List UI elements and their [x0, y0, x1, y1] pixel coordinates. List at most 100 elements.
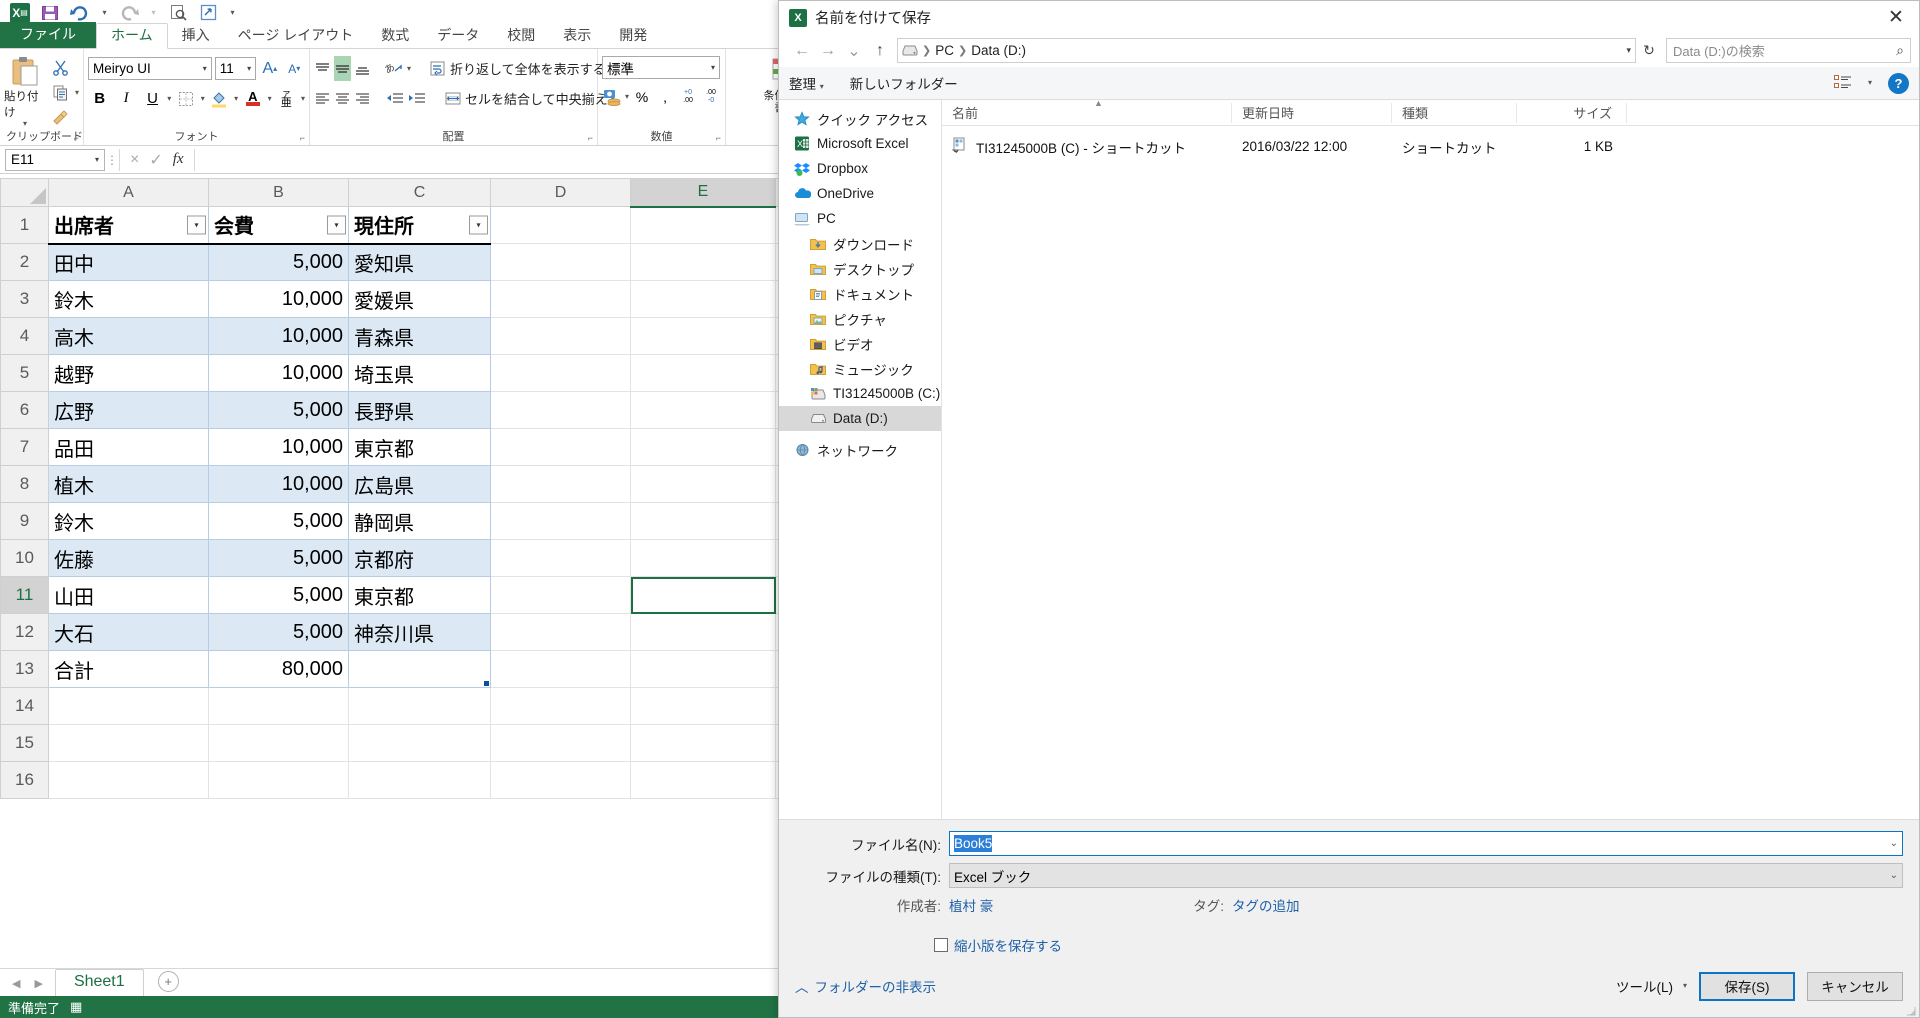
breadcrumb-pc[interactable]: PC	[935, 43, 954, 58]
search-icon[interactable]: ⌕	[1896, 42, 1904, 59]
cell-C11[interactable]: 東京都	[348, 576, 491, 614]
orientation-icon[interactable]: あ	[385, 56, 404, 81]
close-icon[interactable]: ✕	[1873, 1, 1919, 34]
view-dropdown-icon[interactable]: ▾	[1868, 79, 1872, 87]
font-name-caret-icon[interactable]: ▾	[203, 64, 207, 73]
cell-D12[interactable]	[490, 613, 631, 651]
cell-A1[interactable]: 出席者 ▾	[48, 206, 209, 245]
cell-C6[interactable]: 長野県	[348, 391, 491, 429]
row-header-5[interactable]: 5	[0, 354, 49, 392]
sidebar-item-music[interactable]: ミュージック	[779, 356, 941, 381]
sidebar-item-desktop[interactable]: デスクトップ	[779, 256, 941, 281]
cell-B14[interactable]	[208, 687, 349, 725]
font-color-icon[interactable]: A	[241, 86, 264, 111]
sheet-tab-sheet1[interactable]: Sheet1	[54, 969, 144, 996]
sidebar-item-data-d[interactable]: Data (D:)	[779, 406, 941, 431]
view-options-icon[interactable]	[1833, 74, 1852, 92]
cell-A2[interactable]: 田中	[48, 243, 209, 281]
cell-A15[interactable]	[48, 724, 209, 762]
phonetic-dropdown-icon[interactable]: ▾	[301, 94, 305, 103]
row-header-8[interactable]: 8	[0, 465, 49, 503]
decrease-decimal-icon[interactable]: .00 -0	[701, 84, 721, 109]
font-color-dropdown-icon[interactable]: ▾	[268, 94, 272, 103]
merge-center-button[interactable]: セルを結合して中央揃え ▾	[444, 89, 615, 108]
filter-button-A1[interactable]: ▾	[187, 215, 206, 235]
organize-dropdown-icon[interactable]: ▾	[820, 82, 824, 91]
cell-C1[interactable]: 現住所 ▾	[348, 206, 491, 245]
decrease-font-size-icon[interactable]: A ▾	[284, 56, 305, 81]
row-header-11[interactable]: 11	[0, 576, 49, 614]
customize-qat-icon[interactable]: ▾	[223, 1, 242, 25]
cell-D9[interactable]	[490, 502, 631, 540]
author-value[interactable]: 植村 豪	[949, 895, 993, 915]
column-header-E[interactable]: E	[630, 178, 776, 208]
cell-B4[interactable]: 10,000	[208, 317, 349, 355]
italic-button[interactable]: I	[114, 86, 137, 111]
cell-B2[interactable]: 5,000	[208, 243, 349, 281]
save-button[interactable]: 保存(S)	[1699, 971, 1795, 1001]
organize-button[interactable]: 整理 ▾	[789, 73, 824, 93]
cell-E13[interactable]	[630, 650, 776, 688]
fill-color-icon[interactable]	[208, 86, 231, 111]
cell-E3[interactable]	[630, 280, 776, 318]
increase-indent-icon[interactable]	[407, 86, 426, 111]
cell-E9[interactable]	[630, 502, 776, 540]
cell-B9[interactable]: 5,000	[208, 502, 349, 540]
comma-style-icon[interactable]: ,	[655, 84, 675, 109]
filename-dropdown-icon[interactable]: ⌄	[1890, 838, 1898, 849]
cell-C7[interactable]: 東京都	[348, 428, 491, 466]
cell-E2[interactable]	[630, 243, 776, 281]
align-right-icon[interactable]	[354, 86, 371, 111]
row-header-16[interactable]: 16	[0, 761, 49, 799]
cell-D6[interactable]	[490, 391, 631, 429]
phonetic-guide-icon[interactable]: ア亜	[275, 86, 298, 111]
cell-B13[interactable]: 80,000	[208, 650, 349, 688]
tab-data[interactable]: データ	[423, 24, 493, 48]
copy-icon[interactable]	[49, 81, 72, 104]
column-header-type[interactable]: 種類	[1392, 102, 1517, 123]
row-header-9[interactable]: 9	[0, 502, 49, 540]
cancel-formula-icon[interactable]: ×	[130, 151, 139, 169]
row-header-1[interactable]: 1	[0, 206, 49, 244]
underline-dropdown-icon[interactable]: ▾	[167, 94, 171, 103]
print-preview-icon[interactable]	[163, 1, 193, 25]
file-name-cell[interactable]: TI31245000B (C) - ショートカット	[942, 137, 1232, 157]
column-header-date[interactable]: 更新日時	[1232, 102, 1392, 123]
cell-C10[interactable]: 京都府	[348, 539, 491, 577]
search-input[interactable]: Data (D:)の検索 ⌕	[1666, 38, 1911, 63]
cell-A4[interactable]: 高木	[48, 317, 209, 355]
tab-page-layout[interactable]: ページ レイアウト	[224, 24, 368, 48]
redo-dropdown-icon[interactable]: ▾	[144, 1, 163, 25]
cell-D5[interactable]	[490, 354, 631, 392]
sheet-next-icon[interactable]: ▶	[34, 977, 42, 990]
font-size-combobox[interactable]: 11 ▾	[214, 57, 257, 80]
number-dialog-launcher[interactable]: ⌐	[716, 133, 721, 143]
cell-A8[interactable]: 植木	[48, 465, 209, 503]
filename-input[interactable]: Book5 ⌄	[949, 831, 1903, 856]
decrease-indent-icon[interactable]	[385, 86, 404, 111]
resize-grip[interactable]	[1906, 1004, 1916, 1016]
column-header-name[interactable]: 名前	[942, 102, 1232, 123]
align-top-icon[interactable]	[314, 56, 331, 81]
fill-color-dropdown-icon[interactable]: ▾	[234, 94, 238, 103]
percent-style-icon[interactable]: %	[632, 84, 652, 109]
cell-E16[interactable]	[630, 761, 776, 799]
row-header-13[interactable]: 13	[0, 650, 49, 688]
align-left-icon[interactable]	[314, 86, 331, 111]
row-header-6[interactable]: 6	[0, 391, 49, 429]
cell-A12[interactable]: 大石	[48, 613, 209, 651]
align-bottom-icon[interactable]	[354, 56, 371, 81]
cell-E12[interactable]	[630, 613, 776, 651]
cell-E11[interactable]	[630, 576, 776, 614]
tab-review[interactable]: 校閲	[493, 24, 549, 48]
breadcrumb-data-d[interactable]: Data (D:)	[971, 43, 1026, 58]
tab-formulas[interactable]: 数式	[367, 24, 423, 48]
cell-E10[interactable]	[630, 539, 776, 577]
row-header-7[interactable]: 7	[0, 428, 49, 466]
cell-E8[interactable]	[630, 465, 776, 503]
cancel-button[interactable]: キャンセル	[1807, 971, 1903, 1001]
cell-A9[interactable]: 鈴木	[48, 502, 209, 540]
cell-C4[interactable]: 青森県	[348, 317, 491, 355]
row-header-3[interactable]: 3	[0, 280, 49, 318]
enter-formula-icon[interactable]: ✓	[149, 150, 162, 170]
